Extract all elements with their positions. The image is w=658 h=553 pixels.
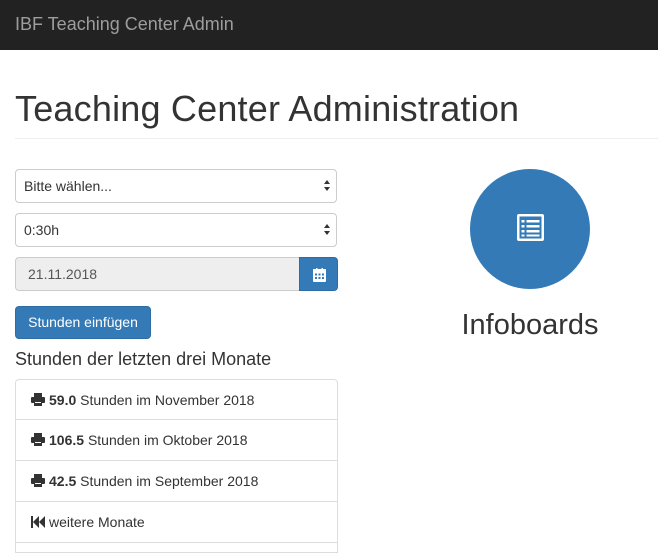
calendar-button[interactable] [299, 257, 338, 291]
hours-list: 59.0 Stunden im November 2018 106.5 Stun… [15, 379, 338, 553]
title-divider [15, 138, 658, 139]
print-icon [31, 433, 45, 447]
list-item-more-months[interactable]: weitere Monate [15, 502, 338, 543]
select-arrows-icon [323, 224, 331, 236]
list-item-november[interactable]: 59.0 Stunden im November 2018 [15, 379, 338, 420]
insert-hours-button[interactable]: Stunden einfügen [15, 306, 151, 339]
select-arrows-icon [323, 180, 331, 192]
list-alt-icon [517, 214, 544, 241]
hours-label: Stunden im November 2018 [80, 392, 255, 408]
hours-heading: Stunden der letzten drei Monate [15, 349, 272, 369]
list-item-october[interactable]: 106.5 Stunden im Oktober 2018 [15, 420, 338, 461]
category-select[interactable]: Bitte wählen... [15, 169, 337, 203]
date-input[interactable]: 21.11.2018 [15, 257, 300, 291]
hours-value: 42.5 [49, 473, 77, 489]
list-item-september[interactable]: 42.5 Stunden im September 2018 [15, 461, 338, 502]
fast-backward-icon [31, 515, 45, 528]
infoboards-tile[interactable] [470, 169, 590, 289]
category-select-value: Bitte wählen... [24, 178, 112, 194]
top-navbar: IBF Teaching Center Admin [0, 0, 658, 50]
hours-value: 106.5 [49, 432, 85, 448]
calendar-icon [313, 268, 326, 282]
print-icon [31, 474, 45, 488]
duration-select-value: 0:30h [24, 222, 60, 238]
page-title: Teaching Center Administration [15, 88, 520, 129]
print-icon [31, 393, 45, 407]
hours-label: Stunden im Oktober 2018 [87, 432, 248, 448]
more-months-label: weitere Monate [49, 514, 145, 530]
date-input-group: 21.11.2018 [15, 257, 338, 291]
navbar-brand[interactable]: IBF Teaching Center Admin [15, 14, 234, 35]
list-item-partial[interactable] [15, 543, 338, 553]
hours-value: 59.0 [49, 392, 77, 408]
duration-select[interactable]: 0:30h [15, 213, 337, 247]
infoboards-label[interactable]: Infoboards [430, 309, 630, 342]
hours-label: Stunden im September 2018 [80, 473, 259, 489]
